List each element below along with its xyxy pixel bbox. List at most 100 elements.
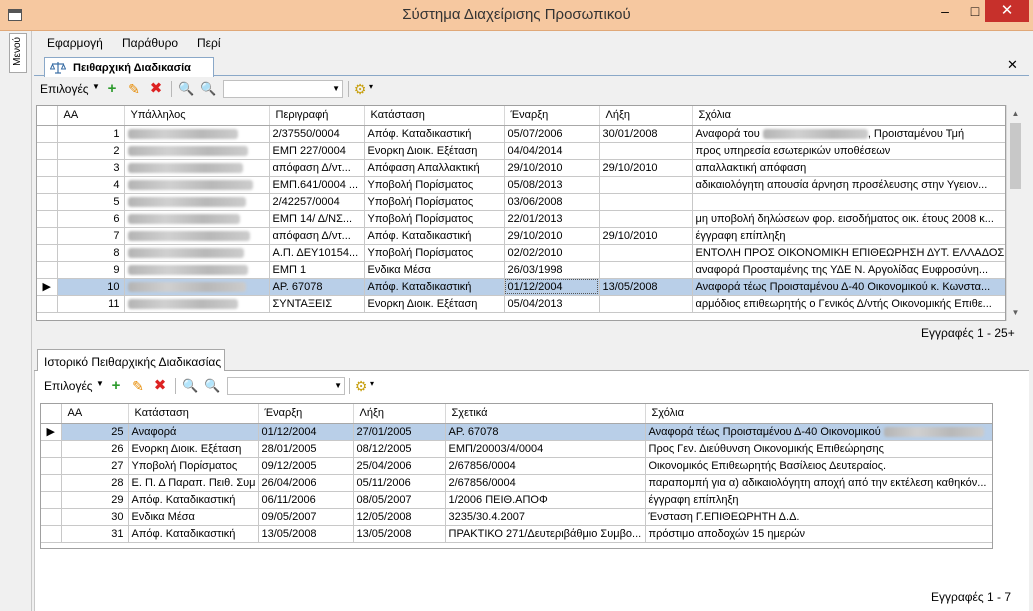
- menu-item-about[interactable]: Περί: [197, 36, 221, 50]
- row-selector[interactable]: [41, 508, 62, 526]
- table-row[interactable]: 1 2/37550/0004 Απόφ. Καταδικαστική 05/07…: [37, 125, 1005, 143]
- history-records-count: Εγγραφές 1 - 7: [931, 590, 1012, 604]
- row-selector[interactable]: [37, 244, 58, 262]
- scroll-up-icon[interactable]: ▲: [1007, 105, 1024, 122]
- add-icon[interactable]: +: [108, 378, 124, 394]
- table-row-selected[interactable]: ▶ 25 Αναφορά 01/12/2004 27/01/2005 ΑΡ. 6…: [41, 423, 992, 441]
- row-selector[interactable]: [37, 159, 58, 177]
- add-icon[interactable]: +: [104, 81, 120, 97]
- main-grid-scrollbar[interactable]: ▲ ▼: [1006, 105, 1023, 321]
- settings-gear-icon[interactable]: ⚙: [352, 81, 368, 97]
- history-filter-combo[interactable]: ▼: [227, 377, 345, 395]
- row-selector[interactable]: [37, 210, 58, 228]
- cell-start: 01/12/2004: [504, 278, 600, 296]
- redacted-name: [762, 128, 868, 139]
- column-header-status[interactable]: Κατάσταση: [128, 404, 259, 424]
- column-header-description[interactable]: Περιγραφή: [269, 106, 365, 126]
- history-options-menu-button[interactable]: Επιλογές: [44, 379, 93, 393]
- table-row[interactable]: 9 ΕΜΠ 1 Ενδικα Μέσα 26/03/1998 αναφορά Π…: [37, 261, 1005, 279]
- row-selector-current[interactable]: ▶: [37, 278, 58, 296]
- cell-status: Απόφ. Καταδικαστική: [128, 525, 259, 543]
- row-selector[interactable]: [41, 457, 62, 475]
- cell-comment: ΕΝΤΟΛΗ ΠΡΟΣ ΟΙΚΟΝΟΜΙΚΗ ΕΠΙΘΕΩΡΗΣΗ ΔΥΤ. Ε…: [692, 244, 1005, 262]
- table-row[interactable]: 5 2/42257/0004 Υποβολή Πορίσματος 03/06/…: [37, 193, 1005, 211]
- menu-item-application[interactable]: Εφαρμογή: [47, 36, 103, 50]
- table-row[interactable]: 6 ΕΜΠ 14/ Δ/ΝΣ... Υποβολή Πορίσματος 22/…: [37, 210, 1005, 228]
- row-selector[interactable]: [37, 176, 58, 194]
- cell-comment: αρμόδιος επιθεωρητής ο Γενικός Δ/ντής Οι…: [692, 295, 1005, 313]
- edit-icon[interactable]: ✎: [130, 378, 146, 394]
- table-row[interactable]: 4 ΕΜΠ.641/0004 ... Υποβολή Πορίσματος 05…: [37, 176, 1005, 194]
- table-row[interactable]: 27 Υποβολή Πορίσματος 09/12/2005 25/04/2…: [41, 457, 992, 475]
- row-selector[interactable]: [37, 142, 58, 160]
- column-header-aa[interactable]: ΑΑ: [61, 404, 129, 424]
- table-row[interactable]: 2 ΕΜΠ 227/0004 Ενορκη Διοικ. Εξέταση 04/…: [37, 142, 1005, 160]
- cell-description: 2/37550/0004: [269, 125, 365, 143]
- cell-comment: μη υποβολή δηλώσεων φορ. εισοδήματος οικ…: [692, 210, 1005, 228]
- advanced-search-icon[interactable]: 🔍: [200, 81, 216, 97]
- table-row[interactable]: 28 Ε. Π. Δ Παραπ. Πειθ. Συμ 26/04/2006 0…: [41, 474, 992, 492]
- cell-status: Ε. Π. Δ Παραπ. Πειθ. Συμ: [128, 474, 259, 492]
- row-selector[interactable]: [37, 295, 58, 313]
- delete-icon[interactable]: ✖: [148, 81, 164, 97]
- column-header-comments[interactable]: Σχόλια: [692, 106, 1005, 126]
- filter-combo[interactable]: ▼: [223, 80, 343, 98]
- column-header-end[interactable]: Λήξη: [599, 106, 693, 126]
- column-header-aa[interactable]: ΑΑ: [57, 106, 125, 126]
- history-header-row: ΑΑ Κατάσταση Έναρξη Λήξη Σχετικά Σχόλια: [41, 404, 992, 424]
- cell-start: 28/01/2005: [258, 440, 354, 458]
- column-header-start[interactable]: Έναρξη: [504, 106, 600, 126]
- settings-gear-icon[interactable]: ⚙: [353, 378, 369, 394]
- minimize-button[interactable]: ‒: [930, 0, 960, 22]
- cell-description: ΕΜΠ 14/ Δ/ΝΣ...: [269, 210, 365, 228]
- scroll-down-icon[interactable]: ▼: [1007, 304, 1024, 321]
- row-selector[interactable]: [37, 125, 58, 143]
- tab-disciplinary-history[interactable]: Ιστορικό Πειθαρχικής Διαδικασίας: [37, 349, 225, 372]
- column-header-status[interactable]: Κατάσταση: [364, 106, 505, 126]
- search-icon[interactable]: 🔍: [178, 81, 194, 97]
- table-row[interactable]: 29 Απόφ. Καταδικαστική 06/11/2006 08/05/…: [41, 491, 992, 509]
- cell-status: Απόφ. Καταδικαστική: [364, 278, 505, 296]
- column-header-start[interactable]: Έναρξη: [258, 404, 354, 424]
- options-menu-button[interactable]: Επιλογές: [40, 82, 89, 96]
- column-header-comments[interactable]: Σχόλια: [645, 404, 992, 424]
- cell-description: ΕΜΠ.641/0004 ...: [269, 176, 365, 194]
- column-header-employee[interactable]: Υπάλληλος: [124, 106, 270, 126]
- table-row[interactable]: 7 απόφαση Δ/ντ... Απόφ. Καταδικαστική 29…: [37, 227, 1005, 245]
- column-header-selector[interactable]: [41, 404, 62, 424]
- scroll-thumb[interactable]: [1010, 123, 1021, 189]
- table-row[interactable]: 31 Απόφ. Καταδικαστική 13/05/2008 13/05/…: [41, 525, 992, 543]
- cell-end: 05/11/2006: [353, 474, 446, 492]
- table-row[interactable]: 30 Ενδικα Μέσα 09/05/2007 12/05/2008 323…: [41, 508, 992, 526]
- cell-status: Ενορκη Διοικ. Εξέταση: [364, 142, 505, 160]
- column-header-selector[interactable]: [37, 106, 58, 126]
- cell-end: 29/10/2010: [599, 227, 693, 245]
- row-selector[interactable]: [41, 474, 62, 492]
- row-selector[interactable]: [41, 525, 62, 543]
- column-header-end[interactable]: Λήξη: [353, 404, 446, 424]
- row-selector-current[interactable]: ▶: [41, 423, 62, 441]
- table-row[interactable]: 8 Α.Π. ΔΕΥ10154... Υποβολή Πορίσματος 02…: [37, 244, 1005, 262]
- advanced-search-icon[interactable]: 🔍: [204, 378, 220, 394]
- close-window-button[interactable]: ✕: [985, 0, 1029, 22]
- row-selector[interactable]: [37, 261, 58, 279]
- menu-item-window[interactable]: Παράθυρο: [122, 36, 178, 50]
- side-menu-tab[interactable]: Μενού: [9, 33, 27, 73]
- table-row-selected[interactable]: ▶ 10 ΑΡ. 67078 Απόφ. Καταδικαστική 01/12…: [37, 278, 1005, 296]
- comment-text: Αναφορά του: [695, 127, 760, 140]
- search-icon[interactable]: 🔍: [182, 378, 198, 394]
- row-selector[interactable]: [37, 227, 58, 245]
- close-document-tab-button[interactable]: ✕: [1007, 57, 1018, 73]
- table-row[interactable]: 3 απόφαση Δ/ντ... Απόφαση Απαλλακτική 29…: [37, 159, 1005, 177]
- cell-related: ΑΡ. 67078: [445, 423, 646, 441]
- table-row[interactable]: 26 Ενορκη Διοικ. Εξέταση 28/01/2005 08/1…: [41, 440, 992, 458]
- tab-disciplinary-procedure[interactable]: Πειθαρχική Διαδικασία: [44, 57, 214, 77]
- delete-icon[interactable]: ✖: [152, 378, 168, 394]
- row-selector[interactable]: [41, 440, 62, 458]
- table-row[interactable]: 11 ΣΥΝΤΑΞΕΙΣ Ενορκη Διοικ. Εξέταση 05/04…: [37, 295, 1005, 313]
- row-selector[interactable]: [41, 491, 62, 509]
- row-selector[interactable]: [37, 193, 58, 211]
- cell-aa: 30: [61, 508, 129, 526]
- edit-icon[interactable]: ✎: [126, 81, 142, 97]
- column-header-related[interactable]: Σχετικά: [445, 404, 646, 424]
